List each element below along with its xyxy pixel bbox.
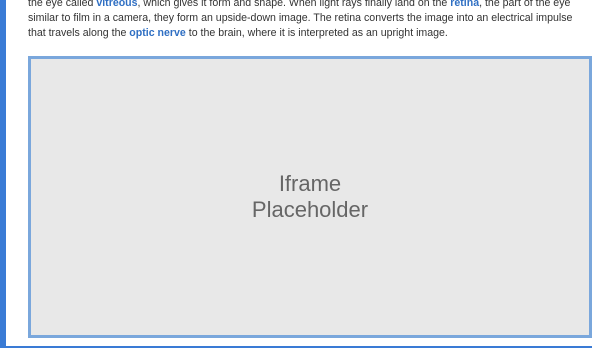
glossary-link-retina[interactable]: retina	[450, 0, 479, 9]
text-segment: , which gives it form and shape. When li…	[137, 0, 451, 9]
article-paragraph: the eye called vitreous, which gives it …	[28, 0, 588, 41]
content-frame: the eye called vitreous, which gives it …	[0, 0, 592, 348]
glossary-link-vitreous[interactable]: vitreous	[96, 0, 137, 9]
iframe-placeholder[interactable]: Iframe Placeholder	[28, 56, 592, 338]
iframe-label-line2: Placeholder	[251, 197, 369, 222]
glossary-link-optic-nerve[interactable]: optic nerve	[129, 27, 186, 39]
iframe-label-line1: Iframe	[278, 171, 342, 196]
text-segment: to the brain, where it is interpreted as…	[185, 27, 448, 39]
iframe-placeholder-label: Iframe Placeholder	[252, 171, 368, 223]
text-segment: the eye called	[28, 0, 97, 9]
